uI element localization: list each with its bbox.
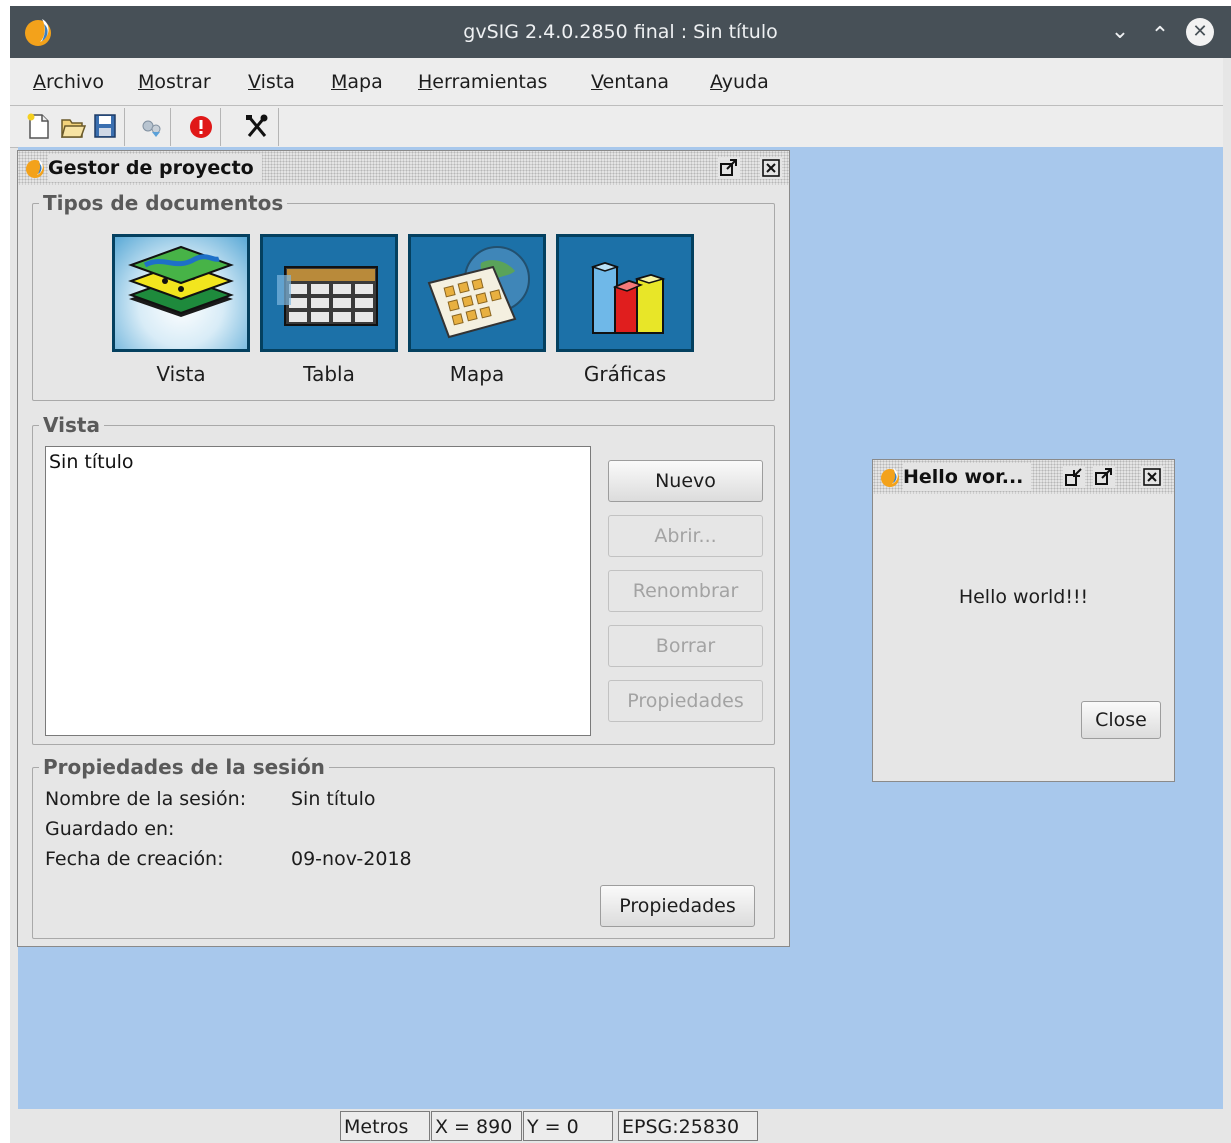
charts-icon [590,261,666,334]
close-icon[interactable] [760,157,782,179]
menu-label: rchivo [46,71,105,93]
preferences-icon[interactable] [138,112,164,140]
view-layers-icon [128,245,234,317]
menu-label: ista [260,71,295,93]
menu-label: yuda [721,71,769,93]
window-title-bar[interactable]: gvSIG 2.4.0.2850 final : Sin título ⌄ ⌃ … [10,6,1231,58]
open-button[interactable]: Abrir... [608,515,763,557]
chevron-down-icon[interactable]: ⌄ [1106,18,1134,46]
saved-in-label: Guardado en: [45,818,175,840]
project-manager-title-bar[interactable]: Gestor de proyecto [18,151,789,185]
hello-world-window: Hello wor... Hello world!!! Close [872,459,1175,782]
creation-date-value: 09-nov-2018 [291,848,412,870]
menu-label: erramientas [432,71,548,93]
new-project-icon[interactable] [26,112,52,140]
units-readout: Metros [340,1111,430,1141]
doc-type-frame [408,234,546,352]
toolbar-separator [278,108,279,146]
toolbar-separator [220,108,221,146]
save-project-icon[interactable] [92,112,118,140]
doc-type-frame [260,234,398,352]
open-project-icon[interactable] [60,112,86,140]
creation-date-label: Fecha de creación: [45,848,224,870]
menu-mnemonic: M [138,71,155,93]
doc-type-label: Mapa [449,362,505,386]
menu-ayuda[interactable]: Ayuda [710,58,769,106]
new-button[interactable]: Nuevo [608,460,763,502]
menu-mnemonic: H [418,71,433,93]
gvsig-logo-icon [881,468,899,487]
doc-type-vista[interactable]: Vista [112,234,250,386]
hello-world-title-bar[interactable]: Hello wor... [873,460,1174,494]
error-icon[interactable] [188,112,214,140]
documents-listbox[interactable]: Sin título [45,446,591,736]
document-properties-button[interactable]: Propiedades [608,680,763,722]
close-button[interactable]: Close [1081,701,1161,739]
gvsig-application-window: gvSIG 2.4.0.2850 final : Sin título ⌄ ⌃ … [10,6,1231,1143]
doc-type-label: Tabla [303,362,355,386]
iconify-icon[interactable] [1063,466,1085,488]
session-properties-legend: Propiedades de la sesión [39,754,329,780]
menu-mostrar[interactable]: Mostrar [138,58,211,106]
table-icon [277,266,378,326]
doc-type-tabla[interactable]: Tabla [260,234,398,386]
maximize-icon[interactable] [718,157,740,179]
project-manager-window: Gestor de proyecto Tipos de documentos V… [17,150,790,947]
y-coordinate-readout: Y = 0 [523,1111,613,1141]
menu-mnemonic: M [331,71,348,93]
doc-type-label: Gráficas [583,362,667,386]
menu-bar: Archivo Mostrar Vista Mapa Herramientas … [10,58,1223,106]
close-icon[interactable]: ✕ [1186,18,1214,46]
tools-icon[interactable] [244,112,270,140]
doc-type-label: Vista [156,362,206,386]
chevron-up-icon[interactable]: ⌃ [1146,22,1174,50]
toolbar [10,106,1223,148]
maximize-icon[interactable] [1093,466,1115,488]
hello-world-title: Hello wor... [903,463,1032,491]
session-properties-group: Propiedades de la sesión Nombre de la se… [32,754,775,939]
window-title: gvSIG 2.4.0.2850 final : Sin título [463,21,778,43]
menu-mnemonic: V [248,71,261,93]
toolbar-separator [124,108,125,146]
menu-mapa[interactable]: Mapa [331,58,383,106]
menu-mnemonic: A [33,71,46,93]
menu-vista[interactable]: Vista [248,58,295,106]
menu-mnemonic: V [591,71,603,93]
delete-button[interactable]: Borrar [608,625,763,667]
menu-archivo[interactable]: Archivo [33,58,104,106]
list-item[interactable]: Sin título [49,451,134,473]
toolbar-separator [170,108,171,146]
menu-label: apa [347,71,383,93]
menu-label: entana [602,71,670,93]
session-properties-button[interactable]: Propiedades [600,885,755,927]
doc-type-graficas[interactable]: Gráficas [556,234,694,386]
document-types-group: Tipos de documentos Vista Tabla Mapa Grá… [32,190,775,401]
menu-ventana[interactable]: Ventana [591,58,669,106]
x-coordinate-readout: X = 890 [431,1111,522,1141]
map-layout-icon [427,246,530,339]
session-name-value: Sin título [291,788,376,810]
project-manager-title: Gestor de proyecto [48,154,262,182]
doc-type-mapa[interactable]: Mapa [408,234,546,386]
documents-list-group: Vista Sin título Nuevo Abrir... Renombra… [32,412,775,745]
doc-type-frame [556,234,694,352]
document-types-legend: Tipos de documentos [39,190,288,216]
hello-world-message: Hello world!!! [958,586,1089,608]
close-icon[interactable] [1141,466,1163,488]
documents-list-legend: Vista [39,412,104,438]
menu-herramientas[interactable]: Herramientas [418,58,547,106]
session-name-label: Nombre de la sesión: [45,788,247,810]
status-bar: Metros X = 890 Y = 0 EPSG:25830 [10,1109,1231,1143]
menu-mnemonic: A [710,71,722,93]
crs-readout[interactable]: EPSG:25830 [618,1111,758,1141]
gvsig-logo-icon [26,159,44,178]
menu-label: ostrar [154,71,211,93]
doc-type-frame [112,234,250,352]
rename-button[interactable]: Renombrar [608,570,763,612]
